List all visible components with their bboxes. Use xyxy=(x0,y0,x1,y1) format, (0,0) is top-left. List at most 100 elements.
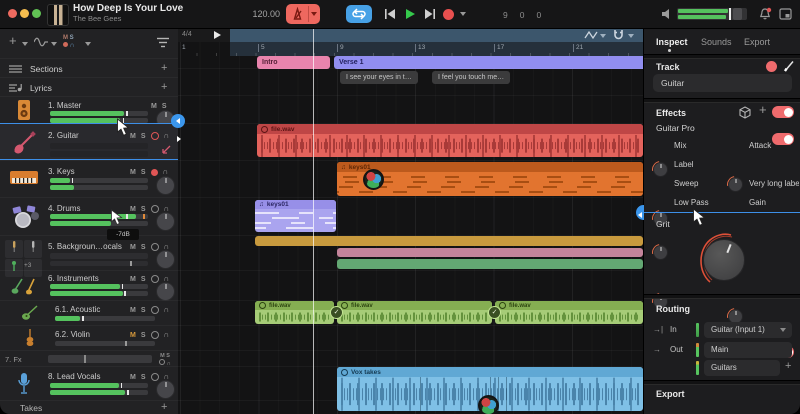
mute-button[interactable]: M xyxy=(130,374,136,381)
lyric-pill[interactable]: I feel you touch me… xyxy=(432,71,511,84)
input-monitor-button[interactable]: ∩ xyxy=(164,132,170,140)
pan-knob[interactable] xyxy=(156,250,175,269)
mix-knob[interactable] xyxy=(653,162,668,177)
mute-button[interactable]: M xyxy=(130,206,136,213)
midi-region-drums[interactable]: ♫ keys01 xyxy=(255,200,336,232)
send-select[interactable]: Guitars xyxy=(704,360,780,376)
input-monitor-button[interactable]: ∩ xyxy=(164,306,170,314)
add-send-button[interactable]: + xyxy=(785,361,791,372)
audio-region-acoustic-1[interactable]: file.wav xyxy=(255,301,334,324)
automation-icon[interactable] xyxy=(584,30,599,40)
track-buttons[interactable]: M S xyxy=(151,102,167,110)
pan-knob[interactable] xyxy=(156,212,175,231)
track-row-keys[interactable]: 3. Keys M S ∩ xyxy=(0,160,178,198)
takes-row[interactable]: Takes + xyxy=(0,400,178,414)
beat-ruler[interactable]: 1 5 9 13 17 21 xyxy=(178,42,643,56)
track-buttons[interactable]: M S ∩ xyxy=(130,168,168,176)
attack-knob[interactable] xyxy=(728,177,743,192)
zoom-window-button[interactable] xyxy=(32,9,41,18)
input-monitor-button[interactable]: ∩ xyxy=(164,331,170,339)
solo-button[interactable]: S xyxy=(141,374,146,381)
metronome-chevron-icon[interactable] xyxy=(311,12,317,16)
minimize-window-button[interactable] xyxy=(20,9,29,18)
playhead-counter[interactable]: 9 0 0 xyxy=(503,10,553,20)
tab-export[interactable]: Export xyxy=(744,37,770,47)
track-row-guitar[interactable]: 2. Guitar M S ∩ xyxy=(0,123,178,160)
playhead-marker-icon[interactable] xyxy=(214,31,221,39)
region-bgvocal-2[interactable] xyxy=(337,248,643,257)
record-enable-button[interactable] xyxy=(159,359,166,365)
track-row-drums[interactable]: 4. Drums M S ∩ -7dB xyxy=(0,197,178,240)
metronome-button[interactable] xyxy=(286,4,320,24)
track-name[interactable]: 3. Keys xyxy=(48,167,75,176)
plugin-name[interactable]: Guitar Pro xyxy=(656,123,695,133)
record-enable-button[interactable] xyxy=(150,168,158,176)
add-section-button[interactable]: + xyxy=(161,63,167,74)
effects-toggle[interactable] xyxy=(772,106,794,118)
add-track-button[interactable]: + xyxy=(9,34,17,47)
track-name[interactable]: 2. Guitar xyxy=(48,131,79,140)
track-row-lead-vocals[interactable]: 8. Lead Vocals M S ∩ xyxy=(0,366,178,401)
mix-controls-chevron-icon[interactable] xyxy=(85,42,91,46)
snap-magnet-icon[interactable] xyxy=(612,29,625,41)
audio-region-acoustic-2[interactable]: file.wav xyxy=(337,301,492,324)
mute-button[interactable]: M xyxy=(130,307,136,314)
mute-button-active[interactable]: M xyxy=(130,332,136,339)
close-window-button[interactable] xyxy=(8,9,17,18)
automation-chevron-icon[interactable] xyxy=(600,34,606,38)
tempo-display[interactable]: 120.00 xyxy=(240,9,280,19)
input-monitor-button[interactable]: ∩ xyxy=(163,168,169,176)
volume-handle[interactable] xyxy=(733,8,742,20)
track-name[interactable]: 4. Drums xyxy=(48,204,80,213)
cycle-loop-button[interactable] xyxy=(346,5,372,23)
go-to-beginning-button[interactable] xyxy=(384,8,396,20)
display-mode-icon[interactable] xyxy=(779,8,792,20)
sweep-knob[interactable] xyxy=(653,245,668,260)
track-color-swatch[interactable] xyxy=(766,61,777,72)
audio-region-acoustic-3[interactable]: file.wav xyxy=(495,301,643,324)
add-take-button[interactable]: + xyxy=(161,402,167,413)
mute-button[interactable]: M xyxy=(130,169,136,176)
track-buttons[interactable]: M S ∩ xyxy=(130,132,169,140)
cycle-range-band[interactable] xyxy=(230,28,643,42)
effects-box-icon[interactable] xyxy=(739,106,751,119)
record-enable-button[interactable] xyxy=(150,373,159,381)
edit-pencil-icon[interactable] xyxy=(783,60,795,72)
inspector-drag-tab[interactable] xyxy=(636,205,644,220)
track-row-instruments[interactable]: 6. Instruments M S ∩ xyxy=(0,270,178,301)
record-enable-button[interactable] xyxy=(150,331,159,339)
pan-knob[interactable] xyxy=(156,282,175,301)
output-select[interactable]: Main xyxy=(704,342,792,358)
add-effect-button[interactable]: + xyxy=(759,103,767,116)
tab-inspect[interactable]: Inspect xyxy=(656,37,688,47)
play-button[interactable] xyxy=(404,8,416,20)
lyric-pill[interactable]: I see your eyes in t… xyxy=(340,71,418,84)
plugin-toggle[interactable] xyxy=(772,133,794,145)
track-row-master[interactable]: 1. Master M S xyxy=(0,96,178,129)
record-enable-button[interactable] xyxy=(150,275,159,283)
solo-button[interactable]: S xyxy=(141,307,146,314)
track-buttons[interactable]: M S ∩ xyxy=(130,331,169,339)
track-row-violin[interactable]: 6.2. Violin M S ∩ xyxy=(0,325,178,351)
track-row-background-vocals[interactable]: +3 5. Backgroun…ocals M S ∩ xyxy=(0,235,178,277)
add-track-chevron-icon[interactable] xyxy=(22,42,28,46)
pan-knob[interactable] xyxy=(156,380,175,399)
waveform-tool-chevron-icon[interactable] xyxy=(51,42,57,46)
mute-button[interactable]: M xyxy=(130,133,136,140)
playhead-line[interactable] xyxy=(313,28,314,414)
level-meter[interactable] xyxy=(50,214,148,227)
comp-checkmark[interactable]: ✓ xyxy=(330,306,343,319)
pan-knob[interactable] xyxy=(156,176,175,195)
master-volume-slider[interactable] xyxy=(677,8,747,20)
track-buttons[interactable]: M S ∩ xyxy=(130,306,169,314)
track-row-acoustic[interactable]: 6.1. Acoustic M S ∩ xyxy=(0,300,178,326)
track-name[interactable]: 8. Lead Vocals xyxy=(48,372,100,381)
input-select[interactable]: Guitar (Input 1) xyxy=(704,322,792,338)
mute-button[interactable]: M xyxy=(151,103,157,110)
track-name[interactable]: 5. Backgroun…ocals xyxy=(48,242,122,251)
comp-checkmark[interactable]: ✓ xyxy=(488,306,501,319)
mute-button[interactable]: M xyxy=(130,276,136,283)
track-name[interactable]: 7. Fx xyxy=(5,355,22,364)
mute-button[interactable]: M xyxy=(130,244,136,251)
track-name[interactable]: 6.2. Violin xyxy=(55,330,90,339)
